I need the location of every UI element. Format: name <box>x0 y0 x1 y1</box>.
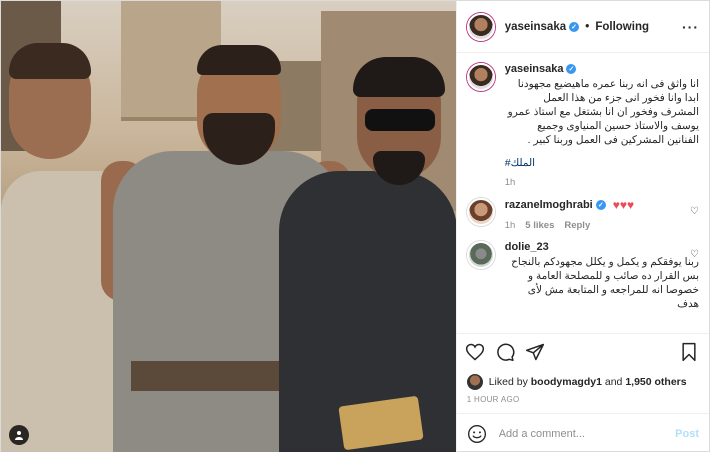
comment-username-text[interactable]: dolie_23 <box>505 241 549 253</box>
caption-text: انا واثق فى انه ربنا عمره ماهيضيع مجهودن… <box>507 78 699 146</box>
comment-text: ربنا يوفقكم و يكمل و يكلل مجهودكم بالنجا… <box>511 256 699 310</box>
post-photo[interactable] <box>1 1 456 452</box>
post-timestamp[interactable]: 1 HOUR AGO <box>457 395 709 413</box>
verified-icon: ✓ <box>566 64 577 74</box>
tagged-users-button[interactable] <box>9 425 29 445</box>
comment-username[interactable]: dolie_23 <box>505 241 549 253</box>
comment-username-text[interactable]: razanelmoghrabi <box>505 199 593 211</box>
liked-by-user[interactable]: boodymagdy1 <box>531 376 602 388</box>
share-icon[interactable] <box>525 342 545 362</box>
reply-button[interactable]: Reply <box>564 220 590 231</box>
more-icon[interactable]: ··· <box>682 19 699 35</box>
comment-item: dolie_23 ربنا يوفقكم و يكمل و يكلل مجهود… <box>466 241 699 311</box>
comment-time[interactable]: 1h <box>505 220 516 231</box>
avatar[interactable] <box>466 63 495 91</box>
comment-likes[interactable]: 5 likes <box>525 220 554 231</box>
post-side-panel: yaseinsaka ✓ • Following ··· yaseinsaka … <box>455 1 709 452</box>
likes-prefix: Liked by <box>488 376 528 388</box>
action-bar <box>456 333 709 369</box>
caption-username[interactable]: yaseinsaka ✓ <box>505 63 577 75</box>
verified-icon: ✓ <box>595 200 606 210</box>
person-right-sunglasses <box>365 109 435 131</box>
likes-count[interactable]: 1,950 others <box>625 376 686 388</box>
avatar[interactable] <box>466 198 495 226</box>
person-right-hair <box>353 57 445 97</box>
person-left-hair <box>9 43 91 79</box>
following-button[interactable]: Following <box>595 21 649 33</box>
hashtag-link[interactable]: #الملك <box>505 157 699 169</box>
comments-list[interactable]: yaseinsaka ✓ انا واثق فى انه ربنا عمره م… <box>457 53 709 333</box>
comment-username[interactable]: razanelmoghrabi ✓ ♥♥♥ <box>505 198 634 212</box>
avatar[interactable] <box>466 374 483 390</box>
comment-input[interactable] <box>498 427 676 440</box>
user-icon <box>15 431 23 440</box>
caption: yaseinsaka ✓ انا واثق فى انه ربنا عمره م… <box>466 63 699 188</box>
comment-meta: 1h 5 likes Reply <box>505 220 699 231</box>
avatar[interactable] <box>466 241 495 269</box>
post-comment-button[interactable]: Post <box>675 428 699 440</box>
separator-dot: • <box>582 20 590 33</box>
heart-outline-icon[interactable]: ♡ <box>690 249 699 260</box>
avatar[interactable] <box>466 12 495 41</box>
comment-item: razanelmoghrabi ✓ ♥♥♥ 1h 5 likes Reply ♡ <box>466 198 699 231</box>
post-modal: yaseinsaka ✓ • Following ··· yaseinsaka … <box>0 0 710 452</box>
caption-time[interactable]: 1h <box>505 177 516 188</box>
heart-icon[interactable] <box>465 342 485 362</box>
comment-icon[interactable] <box>495 342 515 362</box>
emoji-icon[interactable] <box>467 424 487 444</box>
likes-summary: Liked by boodymagdy1 and 1,950 others <box>457 369 709 395</box>
comment-hearts: ♥♥♥ <box>612 198 635 212</box>
heart-outline-icon[interactable]: ♡ <box>690 206 699 217</box>
bookmark-icon[interactable] <box>679 342 699 362</box>
person-center-hair <box>197 45 281 75</box>
add-comment-bar: Post <box>456 413 709 452</box>
verified-icon: ✓ <box>569 21 580 32</box>
header-user: yaseinsaka ✓ • Following <box>505 21 649 33</box>
likes-and: and <box>604 376 623 388</box>
caption-username-text[interactable]: yaseinsaka <box>505 63 564 75</box>
header-username[interactable]: yaseinsaka <box>505 21 566 33</box>
post-header: yaseinsaka ✓ • Following ··· <box>456 1 709 53</box>
caption-meta: 1h <box>505 177 699 188</box>
